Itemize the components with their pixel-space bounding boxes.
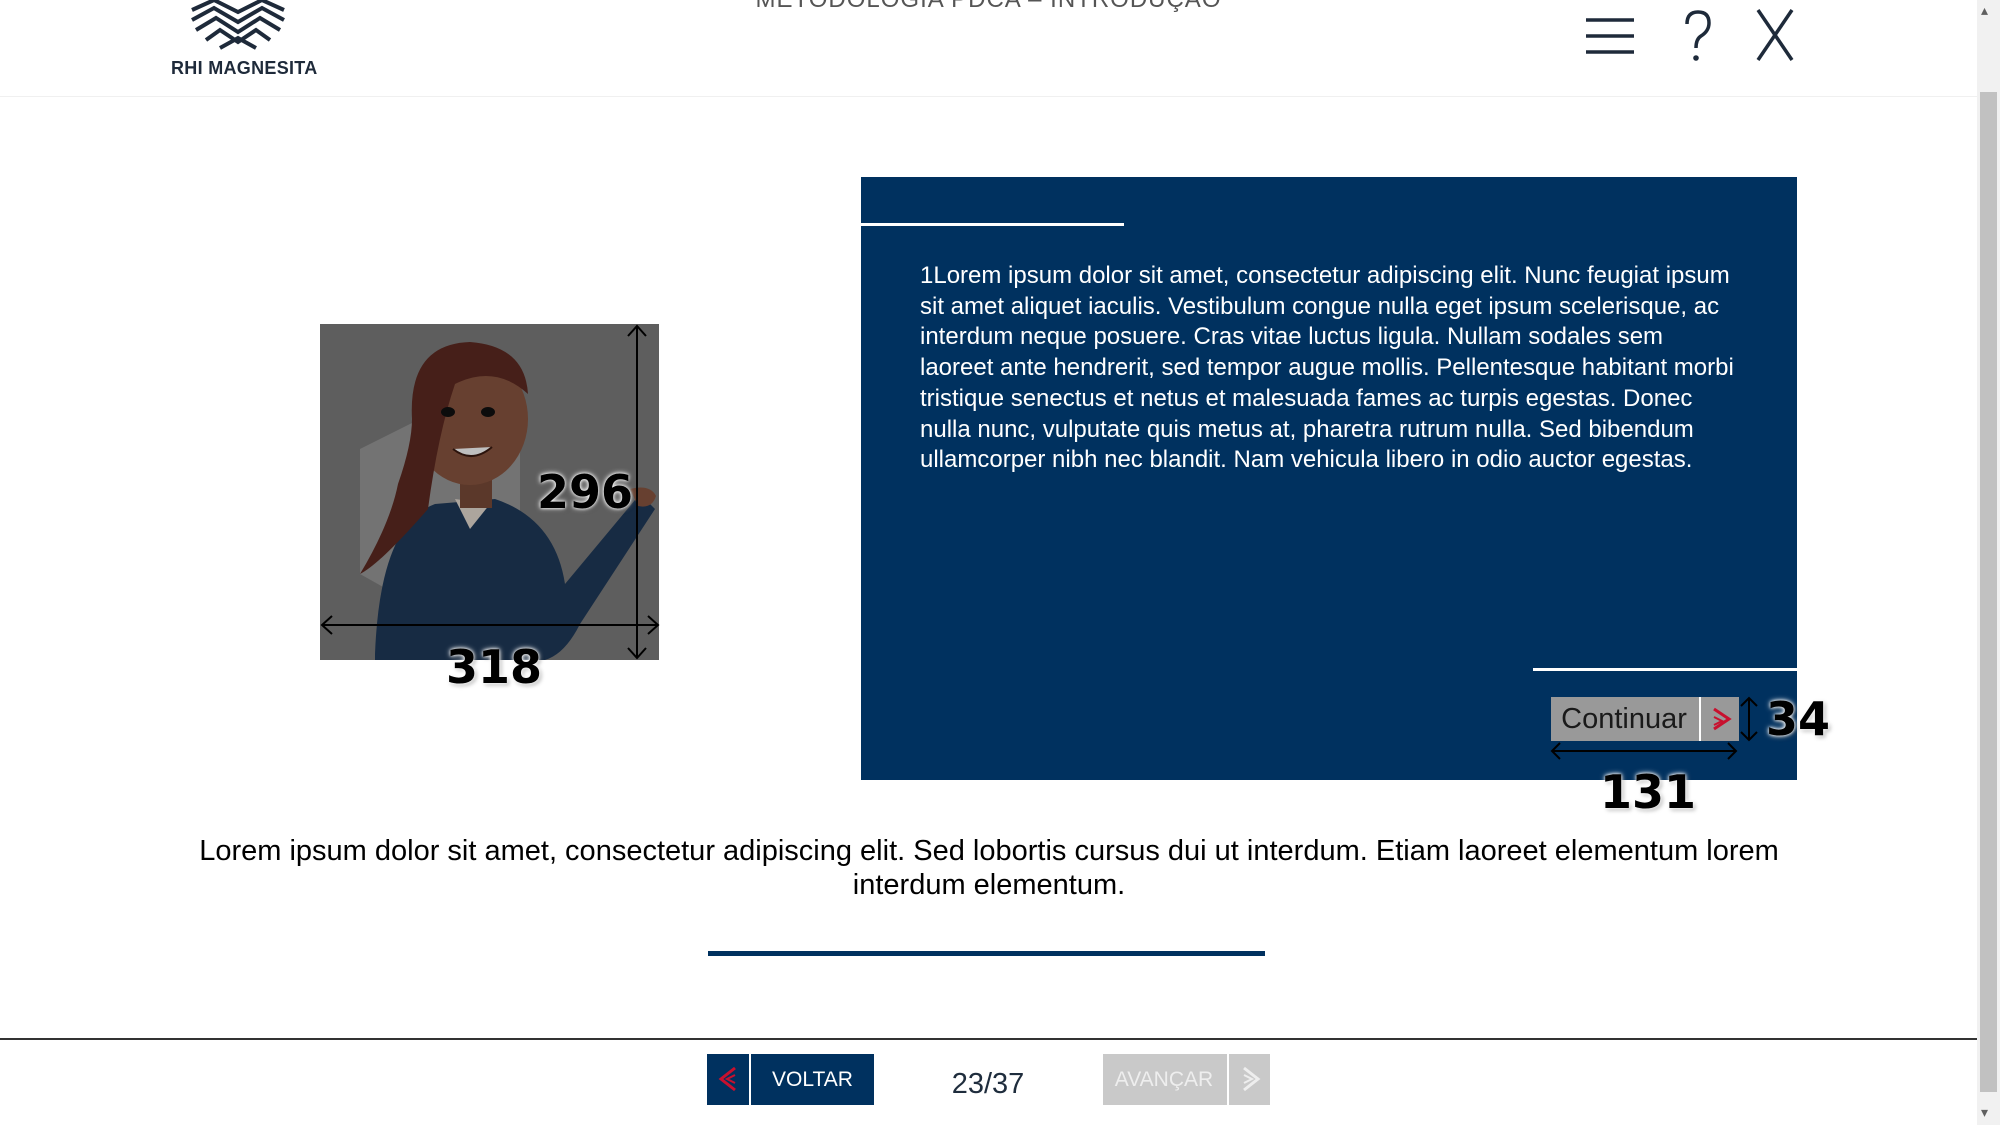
arrow-up-icon — [1740, 696, 1758, 707]
button-width-label: 131 — [1600, 765, 1697, 819]
content-card: 1Lorem ipsum dolor sit amet, consectetur… — [861, 177, 1797, 780]
scroll-up-arrow-icon[interactable]: ▴ — [1981, 2, 1988, 19]
arrow-right-icon — [647, 615, 660, 635]
button-height-label: 34 — [1766, 692, 1831, 746]
help-icon[interactable] — [1669, 8, 1725, 64]
image-height-label: 296 — [537, 465, 634, 519]
image-width-label: 318 — [446, 640, 543, 694]
section-divider — [708, 951, 1265, 956]
page-indicator: 23/37 — [951, 1068, 1025, 1100]
scrollbar[interactable]: ▴ ▾ — [1977, 0, 2000, 1125]
scroll-thumb[interactable] — [1980, 92, 1997, 1092]
body-text: Lorem ipsum dolor sit amet, consectetur … — [199, 835, 1779, 901]
chevron-right-icon — [1227, 1054, 1261, 1105]
arrow-left-icon — [1550, 742, 1561, 760]
chevron-right-icon — [1699, 697, 1732, 741]
arrow-right-icon — [1727, 742, 1738, 760]
button-width-measure-line — [1552, 750, 1736, 752]
card-bottom-divider — [1533, 668, 1797, 671]
footer-navigation: VOLTAR 23/37 AVANÇAR — [0, 1038, 1977, 1127]
image-width-measure-line — [322, 624, 658, 626]
next-button-label: AVANÇAR — [1114, 1068, 1214, 1091]
next-button[interactable]: AVANÇAR — [1103, 1054, 1270, 1105]
scroll-down-arrow-icon[interactable]: ▾ — [1981, 1104, 1988, 1121]
arrow-left-icon — [320, 615, 333, 635]
arrow-down-icon — [1740, 731, 1758, 742]
continue-button[interactable]: Continuar — [1551, 697, 1739, 741]
menu-icon[interactable] — [1582, 8, 1638, 64]
card-top-divider — [861, 223, 1124, 226]
card-body-text: 1Lorem ipsum dolor sit amet, consectetur… — [920, 262, 1734, 474]
continue-button-label: Continuar — [1561, 703, 1687, 735]
back-button[interactable]: VOLTAR — [707, 1054, 874, 1105]
header: RHI MAGNESITA METODOLOGIA PDCA – INTRODU… — [0, 0, 1977, 97]
arrow-down-icon — [627, 647, 647, 660]
chevron-left-icon — [718, 1054, 751, 1105]
image-height-measure-line — [636, 326, 638, 658]
back-button-label: VOLTAR — [772, 1068, 853, 1091]
logo-text: RHI MAGNESITA — [171, 58, 318, 78]
close-icon[interactable] — [1748, 8, 1804, 64]
arrow-up-icon — [627, 324, 647, 337]
